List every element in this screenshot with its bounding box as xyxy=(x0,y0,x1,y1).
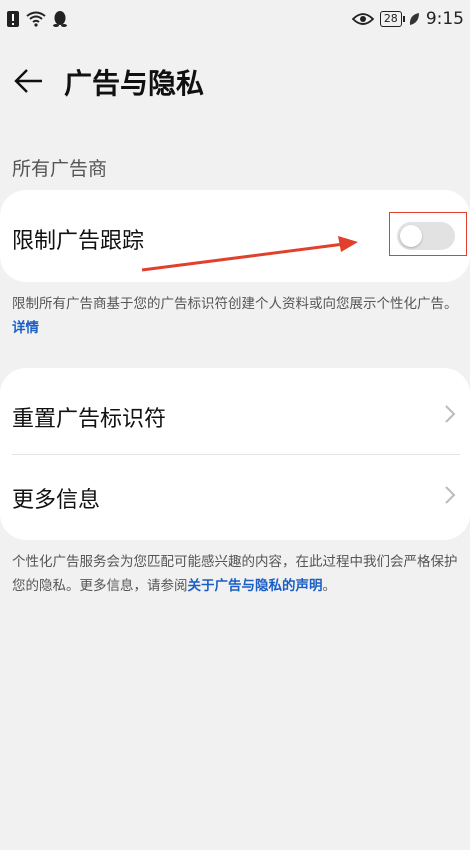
ad-options-card: 重置广告标识符 更多信息 xyxy=(0,368,470,540)
more-info-item[interactable]: 更多信息 xyxy=(12,482,100,514)
chevron-right-icon xyxy=(445,405,456,423)
reset-ad-id-item[interactable]: 重置广告标识符 xyxy=(12,401,166,433)
footer-end: 。 xyxy=(322,578,337,594)
list-divider xyxy=(12,454,460,455)
chevron-right-icon xyxy=(445,486,456,504)
details-link[interactable]: 详情 xyxy=(12,320,39,336)
limit-tracking-toggle[interactable] xyxy=(397,222,455,250)
toggle-knob xyxy=(400,225,422,247)
limit-tracking-description: 限制所有广告商基于您的广告标识符创建个人资料或向您展示个性化广告。详情 xyxy=(12,292,460,340)
limit-tracking-desc-text: 限制所有广告商基于您的广告标识符创建个人资料或向您展示个性化广告。 xyxy=(12,296,458,312)
footer-description: 个性化广告服务会为您匹配可能感兴趣的内容，在此过程中我们会严格保护您的隐私。更多… xyxy=(12,550,460,598)
privacy-statement-link[interactable]: 关于广告与隐私的声明 xyxy=(188,578,323,594)
